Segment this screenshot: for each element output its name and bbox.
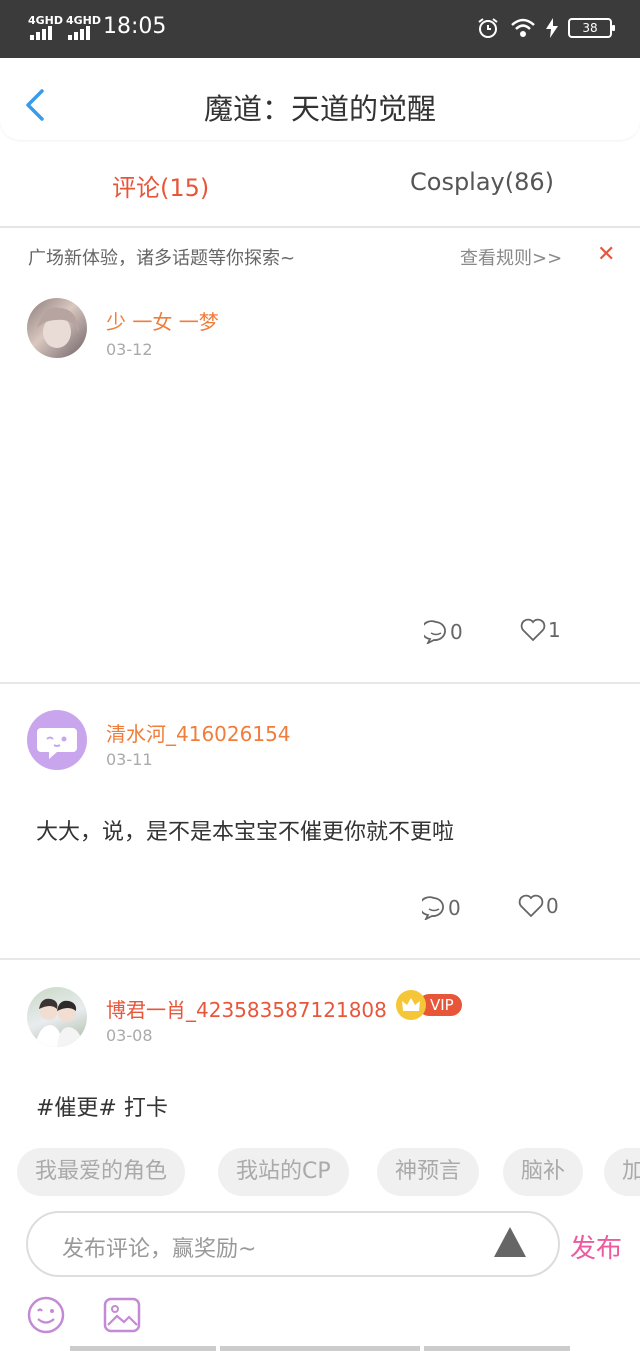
username[interactable]: 少 一女 一梦 <box>106 306 219 335</box>
vip-badge: VIP <box>396 990 462 1020</box>
comment-count: 0 <box>450 620 463 644</box>
gesture-bar <box>424 1346 570 1351</box>
like-count: 1 <box>548 618 561 642</box>
username[interactable]: 博君一肖_423583587121808 <box>106 994 387 1023</box>
tab-bar: 评论(15) Cosplay(86) <box>0 150 640 228</box>
crown-icon <box>396 990 426 1020</box>
comment-card: 博君一肖_423583587121808 VIP 03-08 #催更# 打卡 <box>0 960 640 1138</box>
heart-icon <box>520 618 546 642</box>
avatar[interactable] <box>27 298 87 358</box>
notice-banner: 广场新体验，诸多话题等你探索~ 查看规则>> ✕ <box>0 232 640 280</box>
close-icon[interactable]: ✕ <box>597 242 615 267</box>
username[interactable]: 清水河_416026154 <box>106 718 291 747</box>
tab-comments[interactable]: 评论(15) <box>112 168 209 203</box>
view-rules-link[interactable]: 查看规则>> <box>460 244 562 270</box>
comment-input[interactable]: 发布评论，赢奖励~ <box>26 1211 560 1277</box>
topic-chip[interactable]: 我站的CP <box>218 1148 349 1196</box>
image-icon[interactable] <box>102 1295 142 1335</box>
alarm-icon <box>478 18 498 38</box>
signal-bars-icon <box>30 26 52 40</box>
topic-chip[interactable]: 神预言 <box>377 1148 480 1196</box>
comment-count: 0 <box>448 896 461 920</box>
comment-text: 大大，说，是不是本宝宝不催更你就不更啦 <box>36 820 455 845</box>
topic-chip[interactable]: 加 <box>604 1148 640 1196</box>
like-button[interactable]: 0 <box>518 894 559 918</box>
charging-icon <box>546 18 558 38</box>
battery-icon: 38 <box>568 18 615 38</box>
post-date: 03-11 <box>106 750 153 769</box>
default-avatar-icon <box>37 728 77 759</box>
signal-bars-icon-2 <box>68 26 90 40</box>
avatar[interactable] <box>27 987 87 1047</box>
comment-button[interactable]: 0 <box>424 620 463 644</box>
comment-input-placeholder: 发布评论，赢奖励~ <box>62 1237 257 1262</box>
post-date: 03-08 <box>106 1026 153 1045</box>
emoji-icon[interactable] <box>26 1295 66 1335</box>
comment-card: 清水河_416026154 03-11 大大，说，是不是本宝宝不催更你就不更啦 … <box>0 684 640 960</box>
wifi-icon <box>511 18 535 37</box>
gesture-bar <box>220 1346 420 1351</box>
comment-bubble-icon <box>424 620 446 644</box>
topic-chip[interactable]: 脑补 <box>503 1148 584 1196</box>
comment-bubble-icon <box>422 896 444 920</box>
gesture-bar <box>70 1346 216 1351</box>
tab-cosplay[interactable]: Cosplay(86) <box>410 168 554 196</box>
topic-chip[interactable]: 我最爱的角色 <box>17 1148 186 1196</box>
topic-chip-bar: 我最爱的角色 我站的CP 神预言 脑补 加 <box>0 1138 640 1208</box>
like-count: 0 <box>546 894 559 918</box>
status-bar: 4GHD 4GHD 18:05 38 <box>0 0 640 58</box>
notice-text: 广场新体验，诸多话题等你探索~ <box>28 248 296 269</box>
heart-icon <box>518 894 544 918</box>
clock: 18:05 <box>103 14 167 39</box>
avatar[interactable] <box>27 710 87 770</box>
send-button[interactable]: 发布 <box>570 1228 622 1265</box>
comment-button[interactable]: 0 <box>422 896 461 920</box>
comment-card: 少 一女 一梦 03-12 0 1 <box>0 282 640 684</box>
nav-header: 魔道：天道的觉醒 <box>0 58 640 140</box>
comment-text: #催更# 打卡 <box>36 1096 168 1121</box>
like-button[interactable]: 1 <box>520 618 561 642</box>
post-date: 03-12 <box>106 340 153 359</box>
page-title: 魔道：天道的觉醒 <box>203 92 436 126</box>
triangle-icon[interactable] <box>494 1227 526 1257</box>
